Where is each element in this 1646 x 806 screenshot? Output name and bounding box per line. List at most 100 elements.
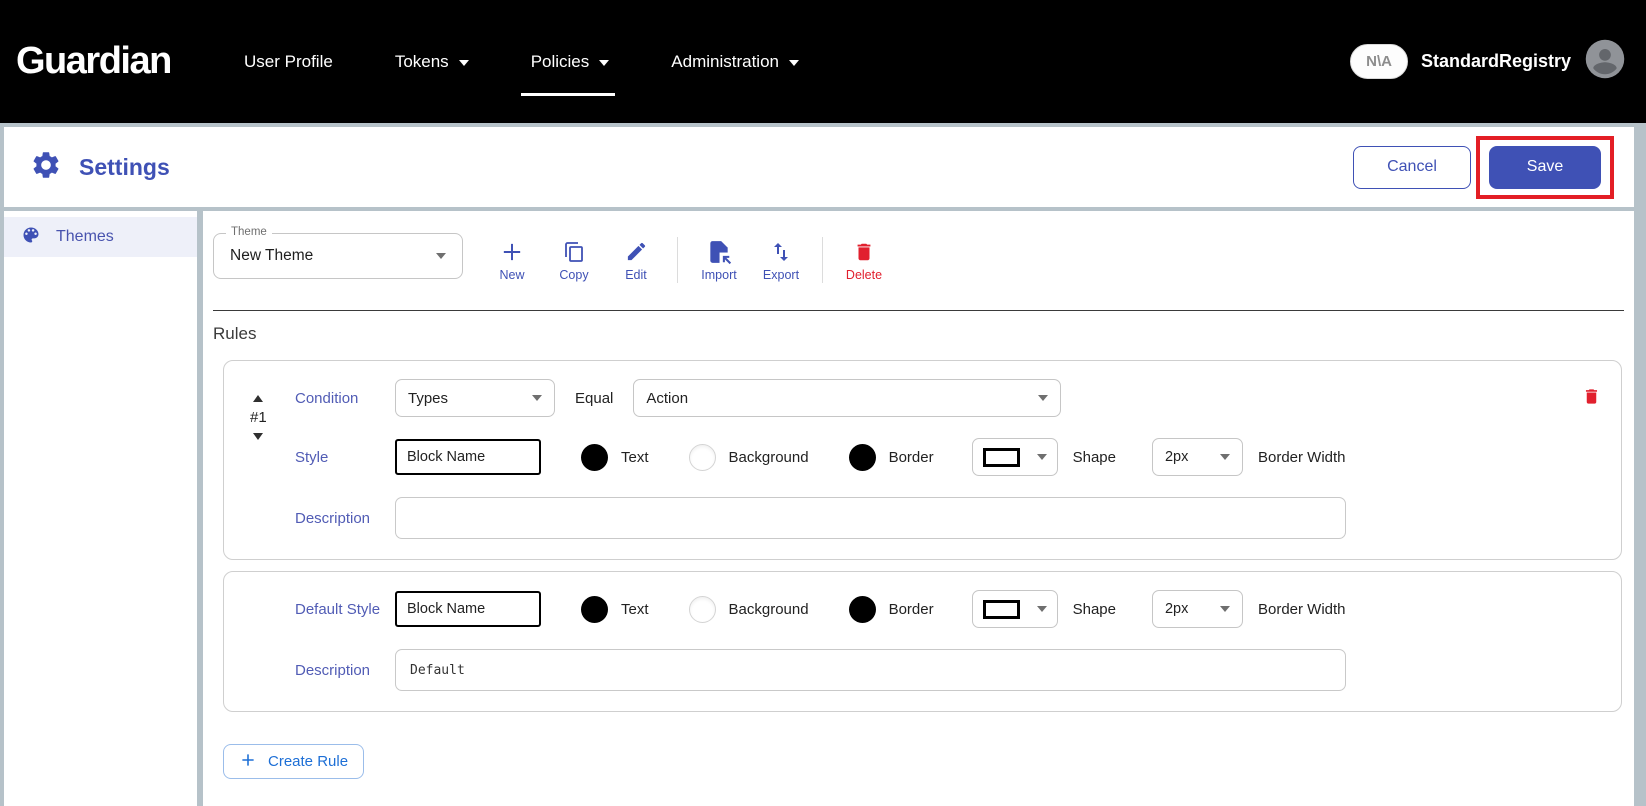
operator-label: Equal	[575, 390, 613, 407]
style-label: Style	[295, 449, 395, 466]
border-color-picker[interactable]	[849, 444, 876, 471]
condition-type-value: Types	[408, 390, 448, 407]
chevron-down-icon	[532, 395, 542, 401]
default-description-input[interactable]	[395, 649, 1346, 691]
export-theme-button[interactable]: Export	[750, 238, 812, 282]
style-row: Style Block Name Text Background Border	[295, 438, 1601, 476]
move-rule-up-icon[interactable]	[253, 395, 263, 402]
section-divider	[213, 310, 1624, 311]
nav-user-profile[interactable]: User Profile	[244, 52, 333, 72]
chevron-down-icon	[1037, 606, 1047, 612]
description-row: Description	[295, 497, 1601, 539]
border-color-swatch: Border	[809, 596, 934, 623]
condition-type-select[interactable]: Types	[395, 379, 555, 417]
delete-theme-label: Delete	[846, 268, 882, 282]
delete-theme-button[interactable]: Delete	[833, 238, 895, 282]
plus-icon	[498, 238, 526, 265]
theme-actions-toolbar: New Copy	[481, 237, 895, 283]
sidebar-item-themes-label: Themes	[56, 228, 114, 246]
sidebar-item-themes[interactable]: Themes	[4, 217, 197, 257]
create-rule-button[interactable]: Create Rule	[223, 744, 364, 779]
gear-icon	[30, 149, 62, 186]
chevron-down-icon	[1038, 395, 1048, 401]
sidebar: Themes	[4, 211, 197, 806]
shape-select[interactable]	[972, 438, 1058, 476]
chevron-down-icon	[1037, 454, 1047, 460]
settings-header: Settings Cancel Save	[4, 127, 1634, 207]
border-color-label: Border	[889, 449, 934, 466]
nav-user-profile-label: User Profile	[244, 52, 333, 72]
rectangle-shape-icon	[983, 448, 1020, 467]
rectangle-shape-icon	[983, 600, 1020, 619]
background-color-label: Background	[729, 449, 809, 466]
shape-label: Shape	[1073, 449, 1116, 466]
navbar-right: N\A StandardRegistry	[1350, 38, 1626, 85]
create-rule-label: Create Rule	[268, 753, 348, 770]
delete-rule-button[interactable]	[1582, 387, 1601, 409]
move-rule-down-icon[interactable]	[253, 433, 263, 440]
nav-policies[interactable]: Policies	[531, 52, 610, 72]
palette-icon	[21, 225, 41, 250]
nav-tokens-label: Tokens	[395, 52, 449, 72]
export-arrows-icon	[769, 238, 793, 265]
block-style-preview[interactable]: Block Name	[395, 591, 541, 627]
nav-tokens[interactable]: Tokens	[395, 52, 469, 72]
import-theme-label: Import	[701, 268, 736, 282]
text-color-swatch: Text	[541, 596, 649, 623]
toolbar-divider	[822, 237, 823, 283]
text-color-picker[interactable]	[581, 596, 608, 623]
block-style-preview[interactable]: Block Name	[395, 439, 541, 475]
default-style-card: Default Style Block Name Text Background…	[223, 571, 1622, 712]
content-area: Themes Theme New Theme New	[4, 211, 1634, 806]
border-width-label: Border Width	[1258, 449, 1346, 466]
default-style-row: Default Style Block Name Text Background…	[295, 590, 1601, 628]
border-width-select[interactable]: 2px	[1152, 438, 1243, 476]
chevron-down-icon	[436, 253, 446, 259]
condition-value-select[interactable]: Action	[633, 379, 1061, 417]
balance-badge: N\A	[1350, 44, 1408, 79]
chevron-down-icon	[1220, 606, 1230, 612]
default-style-label: Default Style	[295, 601, 395, 618]
username[interactable]: StandardRegistry	[1421, 51, 1571, 72]
text-color-picker[interactable]	[581, 444, 608, 471]
border-width-label: Border Width	[1258, 601, 1346, 618]
main-nav: User Profile Tokens Policies Administrat…	[244, 52, 799, 72]
toolbar-divider	[677, 237, 678, 283]
save-button[interactable]: Save	[1489, 146, 1601, 189]
copy-icon	[562, 238, 586, 265]
background-color-picker[interactable]	[689, 444, 716, 471]
copy-theme-button[interactable]: Copy	[543, 238, 605, 282]
copy-theme-label: Copy	[559, 268, 588, 282]
edit-theme-label: Edit	[625, 268, 647, 282]
shape-select[interactable]	[972, 590, 1058, 628]
border-width-value: 2px	[1165, 601, 1188, 617]
theme-select[interactable]: Theme New Theme	[213, 233, 463, 279]
edit-pencil-icon	[625, 238, 648, 265]
cancel-button[interactable]: Cancel	[1353, 146, 1471, 189]
theme-select-label: Theme	[226, 226, 272, 238]
rule-sorter: #1	[250, 395, 267, 440]
text-color-label: Text	[621, 449, 649, 466]
new-theme-button[interactable]: New	[481, 238, 543, 282]
border-color-label: Border	[889, 601, 934, 618]
border-width-value: 2px	[1165, 449, 1188, 465]
chevron-down-icon	[459, 60, 469, 66]
description-input[interactable]	[395, 497, 1346, 539]
new-theme-label: New	[499, 268, 524, 282]
border-color-swatch: Border	[809, 444, 934, 471]
border-color-picker[interactable]	[849, 596, 876, 623]
export-theme-label: Export	[763, 268, 799, 282]
nav-administration[interactable]: Administration	[671, 52, 799, 72]
description-label: Description	[295, 662, 395, 679]
edit-theme-button[interactable]: Edit	[605, 238, 667, 282]
condition-label: Condition	[295, 390, 395, 407]
import-theme-button[interactable]: Import	[688, 238, 750, 282]
border-width-select[interactable]: 2px	[1152, 590, 1243, 628]
save-annotation-box: Save	[1476, 136, 1614, 199]
app-logo[interactable]: Guardian	[16, 40, 192, 83]
chevron-down-icon	[789, 60, 799, 66]
background-color-picker[interactable]	[689, 596, 716, 623]
avatar[interactable]	[1584, 38, 1626, 85]
trash-icon	[853, 238, 875, 265]
nav-administration-label: Administration	[671, 52, 779, 72]
